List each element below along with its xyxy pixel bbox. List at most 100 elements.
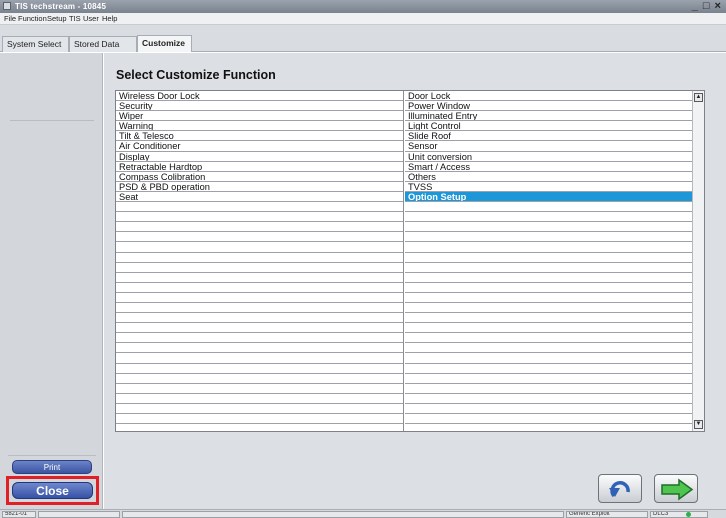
empty-row (405, 232, 692, 243)
table-cell[interactable]: Light Control (405, 121, 692, 132)
menu-setup[interactable]: Setup (47, 14, 67, 23)
page-title: Select Customize Function (116, 68, 276, 82)
empty-row (405, 374, 692, 384)
main-panel: Select Customize Function Wireless Door … (104, 53, 726, 509)
window-title: TIS techstream - 10845 (15, 2, 107, 11)
table-cell[interactable]: Warning (116, 121, 403, 132)
empty-row (116, 394, 403, 404)
status-connection: DLC3 (650, 511, 708, 518)
empty-row (405, 212, 692, 223)
empty-row (116, 202, 403, 213)
tab-customize[interactable]: Customize (137, 35, 192, 52)
table-cell[interactable]: Compass Colibration (116, 172, 403, 182)
right-arrow-icon (661, 478, 694, 501)
table-cell[interactable]: Wiper (116, 111, 403, 122)
table-cell[interactable]: Air Conditioner (116, 141, 403, 152)
empty-row (116, 303, 403, 314)
empty-row (116, 222, 403, 233)
empty-row (116, 313, 403, 324)
menu-file[interactable]: File (4, 14, 16, 23)
empty-row (405, 414, 692, 425)
table-cell[interactable]: Slide Roof (405, 131, 692, 142)
empty-row (116, 253, 403, 263)
status-bar: 5821-01 Generic Exploit DLC3 (0, 509, 726, 518)
empty-row (116, 333, 403, 344)
window-controls[interactable]: _ □ × (692, 0, 722, 12)
close-button[interactable]: Close (12, 482, 93, 499)
empty-row (405, 333, 692, 344)
table-cell[interactable]: Smart / Access (405, 162, 692, 172)
empty-row (116, 263, 403, 273)
print-button[interactable]: Print (12, 460, 92, 474)
empty-row (116, 232, 403, 243)
table-cell[interactable]: Display (116, 152, 403, 162)
empty-row (116, 343, 403, 354)
table-cell[interactable]: Retractable Hardtop (116, 162, 403, 172)
empty-row (116, 283, 403, 293)
table-cell[interactable]: Option Setup (405, 191, 692, 203)
table-cell[interactable]: Tilt & Telesco (116, 131, 403, 142)
menu-help[interactable]: Help (102, 14, 117, 23)
empty-row (405, 404, 692, 414)
empty-row (405, 202, 692, 213)
table-cell[interactable]: Seat (116, 192, 403, 203)
status-code: 5821-01 (2, 511, 36, 518)
back-button[interactable] (598, 474, 642, 503)
empty-row (116, 323, 403, 334)
connection-indicator-icon (686, 512, 691, 517)
status-field (122, 511, 564, 518)
function-column-right: Door Lock Power Window Illuminated Entry Li… (405, 91, 692, 431)
table-cell[interactable]: Power Window (405, 101, 692, 112)
title-bar: TIS techstream - 10845 _ □ × (0, 0, 726, 13)
close-highlight: Close (6, 476, 99, 505)
empty-row (405, 364, 692, 374)
empty-row (116, 374, 403, 384)
table-cell[interactable]: Sensor (405, 141, 692, 152)
menu-bar: File Function Setup TIS User Help (0, 13, 726, 25)
table-cell[interactable]: PSD & PBD operation (116, 182, 403, 192)
function-table: Wireless Door Lock Security Wiper Warning Ti… (115, 90, 705, 432)
table-cell[interactable]: TVSS (405, 182, 692, 192)
empty-row (116, 293, 403, 303)
empty-row (405, 313, 692, 324)
empty-row (405, 303, 692, 314)
empty-row (405, 384, 692, 394)
menu-tis[interactable]: TIS (69, 14, 81, 23)
divider (8, 455, 96, 456)
table-cell[interactable]: Illuminated Entry (405, 111, 692, 122)
tab-system-select[interactable]: System Select (2, 36, 69, 52)
undo-arrow-icon (609, 481, 630, 498)
app-icon (3, 2, 11, 10)
empty-row (116, 212, 403, 223)
table-cell[interactable]: Others (405, 172, 692, 182)
empty-row (116, 353, 403, 364)
table-cell[interactable]: Unit conversion (405, 152, 692, 162)
empty-row (405, 293, 692, 303)
table-cell[interactable]: Door Lock (405, 91, 692, 102)
empty-row (405, 343, 692, 354)
function-column-left: Wireless Door Lock Security Wiper Warning Ti… (116, 91, 404, 431)
divider (10, 120, 94, 121)
scroll-up-button[interactable]: ▲ (694, 93, 703, 102)
menu-function[interactable]: Function (18, 14, 47, 23)
empty-row (405, 394, 692, 404)
empty-row (116, 404, 403, 414)
empty-row (116, 364, 403, 374)
next-button[interactable] (654, 474, 698, 503)
tab-stored-data[interactable]: Stored Data (69, 36, 137, 52)
empty-row (405, 323, 692, 334)
table-cell[interactable]: Wireless Door Lock (116, 91, 403, 102)
empty-row (116, 242, 403, 253)
empty-row (405, 273, 692, 283)
empty-row (116, 273, 403, 283)
status-generic: Generic Exploit (566, 511, 648, 518)
empty-row (405, 263, 692, 273)
empty-row (405, 283, 692, 293)
scroll-down-button[interactable]: ▼ (694, 420, 703, 429)
empty-row (405, 222, 692, 233)
tab-bar: System Select Stored Data Customize (0, 25, 726, 52)
table-cell[interactable]: Security (116, 101, 403, 112)
empty-row (116, 414, 403, 425)
menu-user[interactable]: User (83, 14, 99, 23)
scrollbar[interactable]: ▲ ▼ (692, 91, 704, 431)
